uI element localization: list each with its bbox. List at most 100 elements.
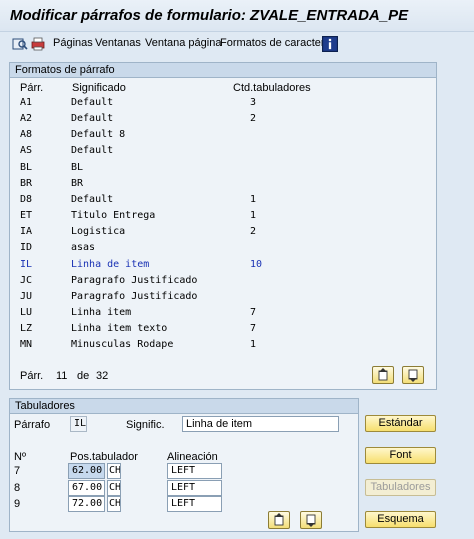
paragraph-row[interactable]: JC Paragrafo Justificado [10,275,450,291]
paragraph-code: JC [20,274,33,286]
paragraph-meaning: Logistica [71,226,126,238]
paragraph-code: ET [20,210,33,222]
next-tab-page-button[interactable] [300,511,322,529]
paragraph-row[interactable]: LU Linha item 7 [10,307,450,323]
menu-character-formats[interactable]: Formatos de caracteres [220,37,336,49]
page-down-icon [408,369,418,382]
paragraph-code: A8 [20,129,33,141]
application-toolbar: Páginas Ventanas Ventana página Formatos… [0,33,474,55]
tabulators-title: Tabuladores [15,400,75,412]
paragraph-counter-of: de [77,370,90,382]
paragraph-code: A2 [20,113,33,125]
page-down-icon [306,514,316,527]
paragraph-row[interactable]: JU Paragrafo Justificado [10,291,450,307]
paragraph-row[interactable]: AS Default [10,145,450,161]
tab-alignment-field[interactable]: LEFT [167,496,222,512]
paragraph-code: LU [20,306,33,318]
paragraph-row[interactable]: ET Titulo Entrega 1 [10,210,450,226]
paragraph-row[interactable]: BR BR [10,178,450,194]
standard-button[interactable]: Estándar [365,415,436,432]
paragraph-row[interactable]: IL Linha de item 10 [10,259,450,275]
tab-position-field[interactable]: 72.00 [68,496,105,512]
paragraph-row[interactable]: BL BL [10,162,450,178]
display-icon[interactable] [12,36,28,52]
paragraph-code: LZ [20,323,33,335]
paragraph-meaning: Linha de item [71,258,150,270]
paragraph-label: Párrafo [14,419,51,431]
info-icon[interactable] [322,36,338,52]
paragraph-code: JU [20,290,33,302]
paragraph-meaning: Default 8 [71,129,126,141]
paragraph-row[interactable]: MN Minusculas Rodape 1 [10,339,450,355]
tab-alignment-field[interactable]: LEFT [167,479,222,496]
meaning-field[interactable]: Linha de item [182,416,339,432]
paragraph-meaning: Default [71,145,114,157]
tabulator-number: 8 [14,481,21,494]
paragraph-counter-current: 11 [56,370,68,382]
paragraph-row[interactable]: D8 Default 1 [10,194,450,210]
paragraph-row[interactable]: ID asas [10,242,450,258]
menu-page-window[interactable]: Ventana página [145,37,221,49]
previous-tab-page-button[interactable] [268,511,290,529]
font-button[interactable]: Font [365,447,436,464]
paragraph-tab-count: 1 [250,339,257,351]
paragraph-code: IL [20,258,33,270]
menu-pages[interactable]: Páginas [53,37,93,49]
next-page-button[interactable] [402,366,424,384]
menu-windows[interactable]: Ventanas [95,37,141,49]
paragraph-code: D8 [20,193,33,205]
column-header-code: Párr. [20,82,44,94]
page-up-icon [274,513,284,526]
paragraph-tab-count: 3 [250,97,257,108]
paragraph-formats-title: Formatos de párrafo [15,64,115,76]
meaning-label: Signific. [126,419,165,431]
paragraph-tab-count: 1 [250,210,257,222]
paragraph-meaning: Default [71,193,114,205]
paragraph-code: IA [20,226,33,238]
paragraph-code: BR [20,177,33,189]
paragraph-meaning: Minusculas Rodape [71,339,174,351]
paragraph-code: A1 [20,97,33,108]
paragraph-tab-count: 10 [250,258,263,270]
tabulators-button: Tabuladores [365,479,436,496]
paragraph-row[interactable]: A8 Default 8 [10,129,450,145]
paragraph-field: IL [70,416,87,432]
paragraph-formats-header: Formatos de párrafo [10,63,436,78]
paragraph-row[interactable]: LZ Linha item texto 7 [10,323,450,339]
tab-unit-field[interactable]: CH [107,479,121,496]
tab-unit-field[interactable]: CH [107,496,121,512]
paragraph-meaning: asas [71,242,96,254]
tab-position-field[interactable]: 62.00 [68,463,105,479]
paragraph-meaning: Paragrafo Justificado [71,290,198,302]
tab-position-field[interactable]: 67.00 [68,479,105,496]
paragraph-meaning: Linha item texto [71,323,168,335]
paragraph-tab-count: 2 [250,226,257,238]
paragraph-row[interactable]: A2 Default 2 [10,113,450,129]
column-header-number: Nº [14,451,26,463]
paragraph-row[interactable]: IA Logistica 2 [10,226,450,242]
tabulators-group: Tabuladores Párrafo IL Signific. Linha d… [9,398,359,532]
print-icon[interactable] [30,36,46,52]
paragraph-tab-count: 7 [250,306,257,318]
column-header-alignment: Alineación [167,451,218,463]
paragraph-row[interactable]: A1 Default 3 [10,97,450,113]
paragraph-counter-total: 32 [96,370,109,382]
paragraph-tab-count: 2 [250,113,257,125]
tab-alignment-field[interactable]: LEFT [167,463,222,479]
paragraph-meaning: Default [71,97,114,108]
tab-unit-field[interactable]: CH [107,463,121,479]
tabulator-number: 7 [14,465,21,477]
paragraph-code: ID [20,242,33,254]
paragraph-meaning: Paragrafo Justificado [71,274,198,286]
paragraph-code: AS [20,145,33,157]
paragraph-meaning: BR [71,177,84,189]
paragraph-code: MN [20,339,33,351]
previous-page-button[interactable] [372,366,394,384]
paragraph-code: BL [20,161,33,173]
paragraph-meaning: Titulo Entrega [71,210,156,222]
paragraph-tab-count: 7 [250,323,257,335]
column-header-meaning: Significado [72,82,126,94]
scheme-button[interactable]: Esquema [365,511,436,528]
paragraph-meaning: Linha item [71,306,132,318]
tabulator-number: 9 [14,498,21,510]
